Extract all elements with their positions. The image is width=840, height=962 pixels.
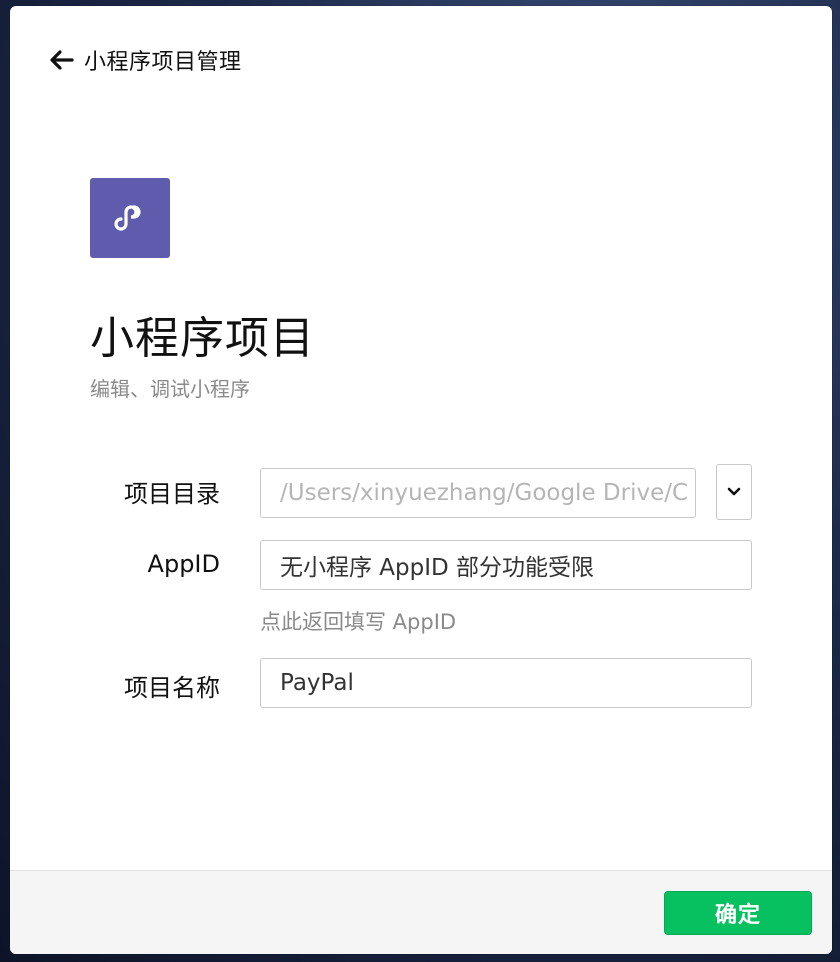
page-title: 小程序项目	[90, 313, 315, 364]
project-name-field[interactable]: PayPal	[260, 658, 752, 708]
arrow-left-icon	[50, 50, 74, 70]
dialog-footer: 确定	[10, 870, 832, 954]
project-name-label: 项目名称	[124, 674, 220, 702]
page-subtitle: 编辑、调试小程序	[90, 377, 250, 401]
chevron-down-icon	[727, 487, 741, 496]
confirm-button[interactable]: 确定	[664, 891, 812, 935]
directory-label: 项目目录	[124, 480, 220, 508]
mini-program-logo-icon	[90, 178, 170, 258]
fill-appid-link[interactable]: 点此返回填写 AppID	[260, 606, 456, 636]
directory-field[interactable]: /Users/xinyuezhang/Google Drive/C	[260, 468, 696, 518]
appid-field[interactable]: 无小程序 AppID 部分功能受限	[260, 540, 752, 590]
back-to-project-management-link[interactable]: 小程序项目管理	[48, 44, 242, 76]
back-link-label: 小程序项目管理	[84, 50, 242, 75]
directory-dropdown-button[interactable]	[716, 464, 752, 520]
project-dialog: 小程序项目管理 小程序项目 编辑、调试小程序 项目目录 /Users/xinyu…	[10, 6, 832, 954]
appid-label: AppID	[147, 550, 220, 578]
